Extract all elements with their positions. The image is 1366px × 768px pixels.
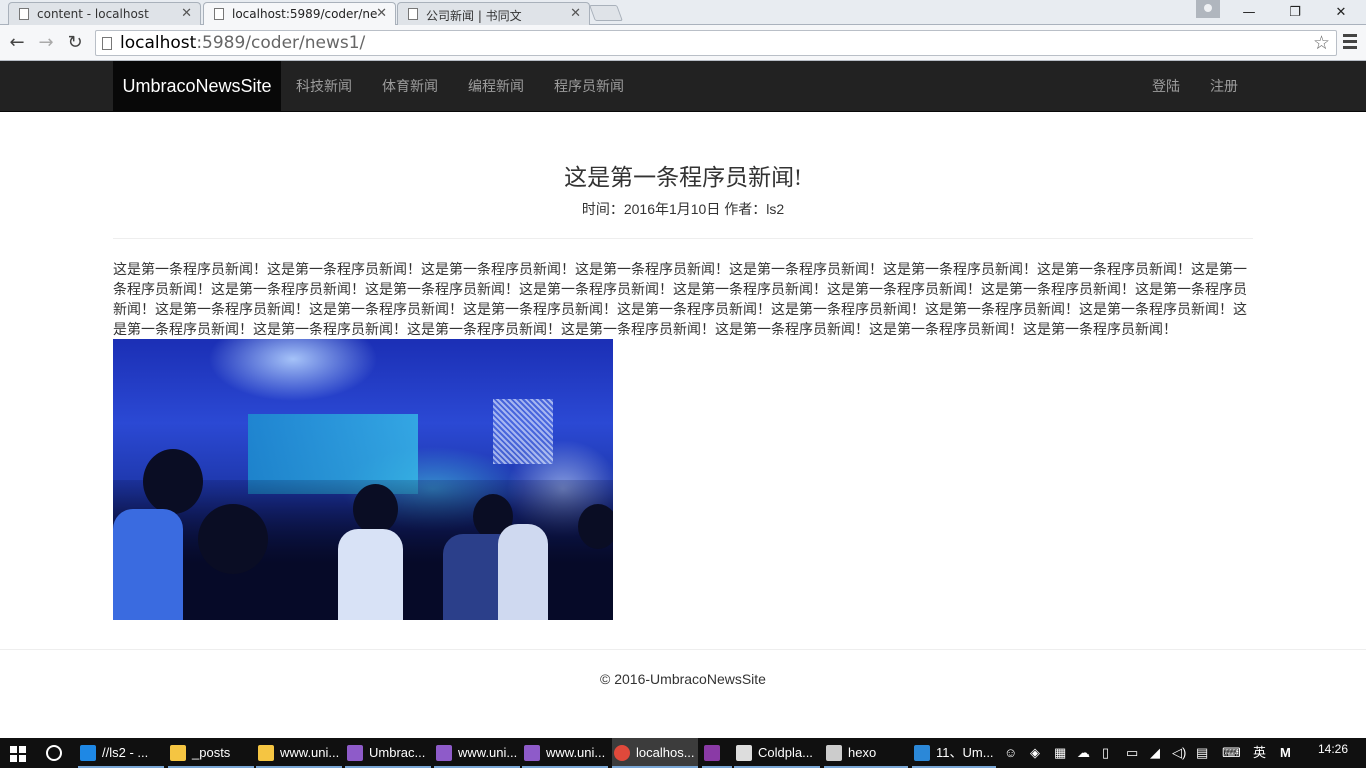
taskbar-item[interactable]: _posts (168, 738, 254, 768)
folder-icon (258, 745, 274, 761)
terminal-icon (826, 745, 842, 761)
cortana-icon[interactable] (46, 745, 62, 761)
site-brand-link[interactable]: UmbracoNewsSite (113, 61, 281, 111)
photo-person (198, 504, 268, 574)
taskbar-item[interactable]: www.uni... (522, 738, 608, 768)
tab-content-localhost[interactable]: content - localhost ✕ (8, 2, 201, 25)
nav-programming-news[interactable]: 编程新闻 (468, 61, 524, 111)
action-center-icon[interactable]: ▤ (1196, 738, 1208, 768)
article-photo (113, 339, 613, 620)
minimize-button[interactable]: — (1226, 0, 1272, 25)
tab-coder-news[interactable]: localhost:5989/coder/ne ✕ (203, 2, 396, 25)
browser-tab-strip: content - localhost ✕ localhost:5989/cod… (0, 0, 1366, 25)
battery-icon[interactable]: ▭ (1126, 738, 1138, 768)
photo-person (578, 504, 613, 549)
taskbar-item[interactable]: hexo (824, 738, 908, 768)
chrome-icon (614, 745, 630, 761)
photo-person (338, 529, 403, 620)
photo-person (498, 524, 548, 620)
article-body: 这是第一条程序员新闻！这是第一条程序员新闻！这是第一条程序员新闻！这是第一条程序… (113, 261, 1247, 337)
tab-label: localhost:5989/coder/ne (232, 7, 378, 21)
register-link[interactable]: 注册 (1210, 61, 1238, 111)
page-icon (214, 8, 224, 20)
taskbar-item[interactable]: Coldpla... (734, 738, 820, 768)
wifi-icon[interactable]: ◢ (1150, 738, 1160, 768)
profile-avatar-icon[interactable] (1196, 0, 1220, 18)
taskbar-item[interactable]: www.uni... (434, 738, 520, 768)
photo-person (353, 484, 398, 534)
tray-grid-icon[interactable]: ▦ (1054, 738, 1066, 768)
taskbar-item[interactable]: Umbrac... (345, 738, 431, 768)
vscode-icon (914, 745, 930, 761)
taskbar-clock[interactable]: 14:26 (1318, 742, 1348, 756)
tab-label: 公司新闻 | 书同文 (426, 9, 522, 23)
tab-company-news[interactable]: 公司新闻 | 书同文 ✕ (397, 2, 590, 25)
star-icon[interactable]: ☆ (1313, 32, 1330, 54)
close-icon[interactable]: ✕ (570, 6, 581, 21)
onenote-icon (704, 745, 720, 761)
site-navbar: UmbracoNewsSite 科技新闻 体育新闻 编程新闻 程序员新闻 登陆 … (0, 61, 1366, 112)
reload-icon[interactable]: ↻ (64, 32, 86, 54)
photo-panel (493, 399, 553, 464)
visual-studio-icon (524, 745, 540, 761)
volume-icon[interactable]: ◁) (1172, 738, 1186, 768)
visual-studio-icon (436, 745, 452, 761)
nav-tech-news[interactable]: 科技新闻 (296, 61, 352, 111)
taskbar-item[interactable]: //ls2 - ... (78, 738, 164, 768)
visual-studio-icon (347, 745, 363, 761)
hamburger-menu-icon[interactable] (1340, 31, 1360, 53)
close-window-button[interactable]: ✕ (1318, 0, 1364, 25)
nav-sports-news[interactable]: 体育新闻 (382, 61, 438, 111)
tray-app-icon[interactable]: ◈ (1030, 738, 1040, 768)
windows-taskbar: //ls2 - ... _posts www.uni... Umbrac... … (0, 738, 1366, 768)
footer-divider (0, 649, 1366, 650)
tab-label: content - localhost (37, 7, 149, 21)
article-title: 这是第一条程序员新闻! (564, 165, 802, 190)
close-icon[interactable]: ✕ (181, 6, 192, 21)
photo-person (113, 509, 183, 620)
photo-person (143, 449, 203, 514)
edge-icon (80, 745, 96, 761)
footer-copyright: © 2016-UmbracoNewsSite (600, 671, 766, 687)
page-icon (408, 8, 418, 20)
page-icon (19, 8, 29, 20)
folder-icon (170, 745, 186, 761)
restore-button[interactable]: ❐ (1272, 0, 1318, 25)
taskbar-item[interactable]: www.uni... (256, 738, 342, 768)
article-meta: 时间：2016年1月10日 作者：ls2 (581, 201, 785, 217)
music-icon (736, 745, 752, 761)
new-tab-button[interactable] (589, 5, 623, 21)
taskbar-item[interactable]: 11、Um... (912, 738, 996, 768)
forward-arrow-icon[interactable]: → (35, 32, 57, 54)
usb-icon[interactable]: ▯ (1102, 738, 1109, 768)
taskbar-item[interactable] (702, 738, 732, 768)
login-link[interactable]: 登陆 (1152, 61, 1180, 111)
tray-emoji-icon[interactable]: ☺ (1004, 738, 1017, 768)
ime-mode-icon[interactable]: M (1280, 738, 1291, 768)
nav-programmer-news[interactable]: 程序员新闻 (554, 61, 624, 111)
onedrive-icon[interactable]: ☁ (1077, 738, 1090, 768)
browser-toolbar: ← → ↻ localhost:5989/coder/news1/ ☆ (0, 25, 1366, 61)
taskbar-item[interactable]: localhos... (612, 738, 698, 768)
back-arrow-icon[interactable]: ← (6, 32, 28, 54)
address-bar[interactable]: localhost:5989/coder/news1/ ☆ (95, 30, 1337, 56)
url-text[interactable]: localhost:5989/coder/news1/ (120, 33, 365, 53)
ime-language-indicator[interactable]: 英 (1253, 738, 1266, 768)
keyboard-icon[interactable]: ⌨ (1222, 738, 1241, 768)
close-icon[interactable]: ✕ (376, 6, 387, 21)
windows-start-icon[interactable] (10, 746, 26, 762)
page-icon (102, 37, 112, 50)
divider (113, 238, 1253, 239)
